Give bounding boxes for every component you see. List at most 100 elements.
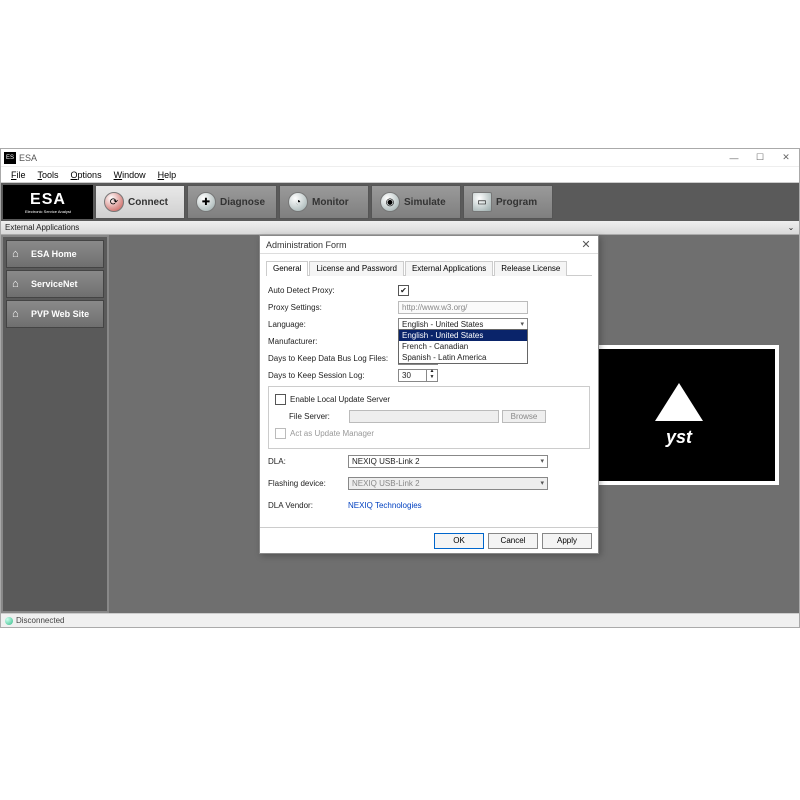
admin-dialog: Administration Form ✕ General License an… <box>259 235 599 554</box>
tab-simulate[interactable]: ◉ Simulate <box>371 185 461 219</box>
close-button[interactable]: ✕ <box>773 150 799 166</box>
language-option[interactable]: French - Canadian <box>399 341 527 352</box>
dlg-tab-license[interactable]: License and Password <box>309 261 404 276</box>
statusbar: Disconnected <box>1 613 799 627</box>
chevron-down-icon: ▾ <box>540 479 544 487</box>
workspace: yst Administration Form ✕ General Licens… <box>109 235 799 613</box>
minimize-button[interactable]: — <box>721 150 747 166</box>
input-proxy[interactable] <box>398 301 528 314</box>
sidebar-item-servicenet[interactable]: ⌂ ServiceNet <box>6 270 104 298</box>
tab-monitor[interactable]: ◔ Monitor <box>279 185 369 219</box>
menu-help[interactable]: Help <box>152 169 183 181</box>
chevron-down-icon: ▾ <box>540 457 544 465</box>
background-logo-text: yst <box>666 427 692 448</box>
tab-connect[interactable]: ⟳ Connect <box>95 185 185 219</box>
checkbox-act-as <box>275 428 286 439</box>
external-apps-header: External Applications ⌄ <box>1 221 799 235</box>
combo-language-value: English - United States <box>402 320 520 329</box>
tab-diagnose[interactable]: ✚ Diagnose <box>187 185 277 219</box>
combo-flashing: NEXIQ USB-Link 2 ▾ <box>348 477 548 490</box>
language-option[interactable]: English - United States <box>399 330 527 341</box>
combo-dla[interactable]: NEXIQ USB-Link 2 ▾ <box>348 455 548 468</box>
label-act-as: Act as Update Manager <box>290 429 374 438</box>
home-icon: ⌂ <box>12 248 26 260</box>
sidebar-item-label: ESA Home <box>31 249 77 259</box>
dialog-close-button[interactable]: ✕ <box>574 238 598 251</box>
label-days-bus: Days to Keep Data Bus Log Files: <box>268 354 398 363</box>
language-dropdown: English - United States French - Canadia… <box>398 329 528 364</box>
menu-window[interactable]: Window <box>108 169 152 181</box>
tab-program-label: Program <box>496 197 537 208</box>
collapse-icon[interactable]: ⌄ <box>785 223 797 232</box>
sidebar-item-label: PVP Web Site <box>31 309 89 319</box>
checkbox-enable-local[interactable] <box>275 394 286 405</box>
ok-button[interactable]: OK <box>434 533 484 549</box>
label-auto-detect: Auto Detect Proxy: <box>268 286 398 295</box>
simulate-icon: ◉ <box>380 192 400 212</box>
browse-button: Browse <box>502 410 546 423</box>
program-icon: ▭ <box>472 192 492 212</box>
language-option[interactable]: Spanish - Latin America <box>399 352 527 363</box>
app-window: ES ESA — ☐ ✕ Filedocument.currentScript.… <box>0 148 800 628</box>
menu-tools[interactable]: Tools <box>32 169 65 181</box>
label-dla-vendor: DLA Vendor: <box>268 501 348 510</box>
window-title: ESA <box>19 153 721 163</box>
label-enable-local: Enable Local Update Server <box>290 395 390 404</box>
apply-button[interactable]: Apply <box>542 533 592 549</box>
input-file-server <box>349 410 499 423</box>
titlebar: ES ESA — ☐ ✕ <box>1 149 799 167</box>
tab-diagnose-label: Diagnose <box>220 197 265 208</box>
spinner-value: 30 <box>399 371 426 380</box>
home-icon: ⌂ <box>12 278 26 290</box>
spinner-down-icon[interactable]: ▼ <box>426 375 437 381</box>
maximize-button[interactable]: ☐ <box>747 150 773 166</box>
chevron-down-icon: ▾ <box>520 320 524 328</box>
status-text: Disconnected <box>16 616 64 625</box>
dialog-tabs: General License and Password External Ap… <box>266 260 592 276</box>
link-dla-vendor[interactable]: NEXIQ Technologies <box>348 501 422 510</box>
menubar: Filedocument.currentScript.previousEleme… <box>1 167 799 183</box>
toolbar: ESA Electronic Service Analyst ⟳ Connect… <box>1 183 799 221</box>
menu-options[interactable]: Options <box>65 169 108 181</box>
tab-monitor-label: Monitor <box>312 197 349 208</box>
label-language: Language: <box>268 320 398 329</box>
group-update-server: Enable Local Update Server File Server: … <box>268 386 590 449</box>
combo-flashing-value: NEXIQ USB-Link 2 <box>352 479 540 488</box>
label-flashing: Flashing device: <box>268 479 348 488</box>
sidebar-item-pvp[interactable]: ⌂ PVP Web Site <box>6 300 104 328</box>
label-file-server: File Server: <box>289 412 349 421</box>
logo-text: ESA <box>30 191 66 209</box>
dialog-titlebar: Administration Form ✕ <box>260 236 598 254</box>
label-days-session: Days to Keep Session Log: <box>268 371 398 380</box>
triangle-icon <box>655 383 703 421</box>
label-proxy: Proxy Settings: <box>268 303 398 312</box>
dlg-tab-external[interactable]: External Applications <box>405 261 493 276</box>
logo-subtext: Electronic Service Analyst <box>25 209 71 214</box>
home-icon: ⌂ <box>12 308 26 320</box>
dlg-tab-release[interactable]: Release License <box>494 261 567 276</box>
dialog-body: Auto Detect Proxy: ✔ Proxy Settings: Lan… <box>260 276 598 527</box>
diagnose-icon: ✚ <box>196 192 216 212</box>
dialog-title: Administration Form <box>266 240 347 250</box>
monitor-icon: ◔ <box>288 192 308 212</box>
tab-program[interactable]: ▭ Program <box>463 185 553 219</box>
external-apps-title: External Applications <box>5 223 79 232</box>
sidebar-item-esa-home[interactable]: ⌂ ESA Home <box>6 240 104 268</box>
dialog-footer: OK Cancel Apply <box>260 527 598 553</box>
background-logo: yst <box>579 345 779 485</box>
dlg-tab-general[interactable]: General <box>266 261 308 276</box>
spinner-days-session[interactable]: 30 ▲▼ <box>398 369 438 382</box>
sidebar-item-label: ServiceNet <box>31 279 78 289</box>
app-icon: ES <box>4 152 16 164</box>
label-dla: DLA: <box>268 457 348 466</box>
menu-file[interactable]: Filedocument.currentScript.previousEleme… <box>5 169 32 181</box>
cancel-button[interactable]: Cancel <box>488 533 538 549</box>
tab-simulate-label: Simulate <box>404 197 446 208</box>
body: ⌂ ESA Home ⌂ ServiceNet ⌂ PVP Web Site y… <box>1 235 799 613</box>
connect-icon: ⟳ <box>104 192 124 212</box>
label-manufacturer: Manufacturer: <box>268 337 398 346</box>
sidebar: ⌂ ESA Home ⌂ ServiceNet ⌂ PVP Web Site <box>1 235 109 613</box>
tab-connect-label: Connect <box>128 197 168 208</box>
logo: ESA Electronic Service Analyst <box>3 185 93 219</box>
checkbox-auto-detect[interactable]: ✔ <box>398 285 409 296</box>
